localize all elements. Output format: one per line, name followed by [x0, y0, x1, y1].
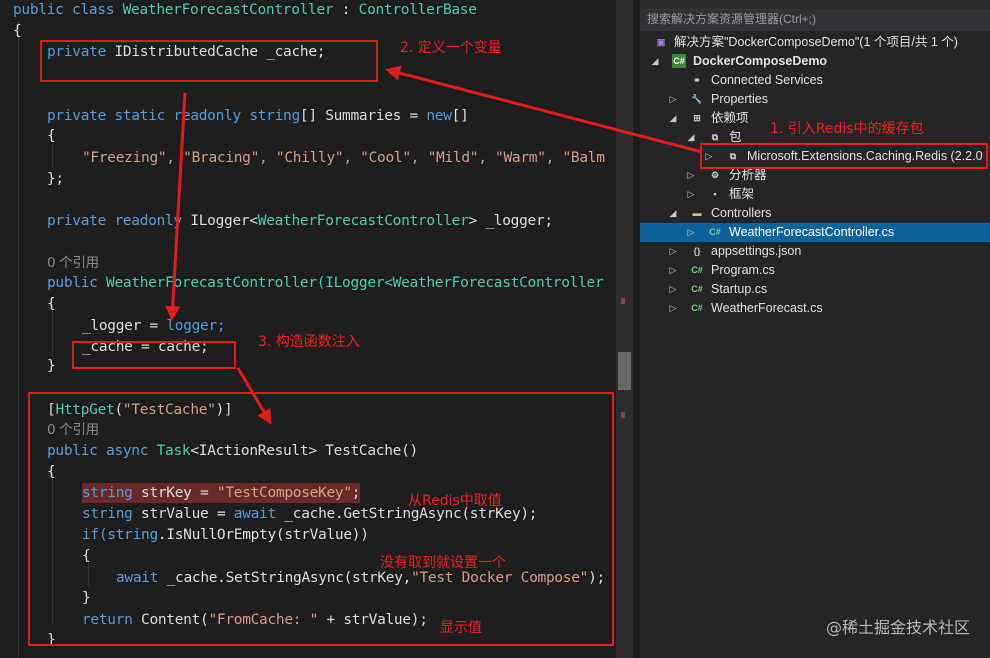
code-line: }; — [47, 171, 64, 187]
collapsed-arrow-icon[interactable]: ▷ — [668, 261, 678, 280]
expanded-arrow-icon[interactable]: ◢ — [668, 109, 678, 128]
scrollbar-thumb[interactable] — [618, 352, 631, 390]
panel-toolbar — [640, 0, 990, 9]
scrollbar-change-marker — [621, 298, 625, 304]
editor-scrollbar[interactable] — [616, 0, 633, 658]
code-line: public class WeatherForecastController :… — [13, 2, 477, 18]
tree-item-program[interactable]: ▷ C# Program.cs — [640, 261, 990, 280]
collapsed-arrow-icon[interactable]: ▷ — [686, 166, 696, 185]
code-line: { — [47, 128, 56, 144]
collapsed-arrow-icon[interactable]: ▷ — [686, 185, 696, 204]
json-file-icon: {} — [693, 246, 701, 256]
connected-services-icon: ⚭ — [693, 75, 701, 85]
watermark: @稀土掘金技术社区 — [825, 618, 970, 637]
annotation-label: 3. 构造函数注入 — [258, 334, 360, 350]
solution-icon: ▣ — [656, 37, 666, 47]
annotation-label: 2. 定义一个变量 — [400, 40, 502, 56]
annotation-box-field — [40, 40, 378, 82]
annotation-label: 显示值 — [440, 620, 482, 636]
tree-item-connected-services[interactable]: ⚭ Connected Services — [640, 71, 990, 90]
code-line: public WeatherForecastController(ILogger… — [47, 275, 604, 291]
tree-item-project[interactable]: ◢ C# DockerComposeDemo — [640, 52, 990, 71]
wrench-icon: 🔧 — [691, 94, 703, 104]
tree-item-appsettings[interactable]: ▷ {} appsettings.json — [640, 242, 990, 261]
package-icon: ⧉ — [711, 132, 719, 142]
analyzer-icon: ⚙ — [710, 170, 720, 180]
expanded-arrow-icon[interactable]: ◢ — [668, 204, 678, 223]
collapsed-arrow-icon[interactable]: ▷ — [686, 223, 696, 242]
tree-item-weatherforecast[interactable]: ▷ C# WeatherForecast.cs — [640, 299, 990, 318]
expanded-arrow-icon[interactable]: ◢ — [686, 128, 696, 147]
annotation-label: 1. 引入Redis中的缓存包 — [770, 121, 924, 137]
tree-item-weatherforecastcontroller[interactable]: ▷ C# WeatherForecastController.cs — [640, 223, 990, 242]
tree-item-startup[interactable]: ▷ C# Startup.cs — [640, 280, 990, 299]
scrollbar-change-marker — [621, 412, 625, 418]
csharp-file-icon: C# — [709, 227, 721, 237]
code-line: private readonly ILogger<WeatherForecast… — [47, 213, 553, 229]
csharp-project-icon: C# — [672, 54, 686, 68]
collapsed-arrow-icon[interactable]: ▷ — [668, 280, 678, 299]
reference-count-label[interactable]: 0 个引用 — [47, 253, 99, 273]
code-line: { — [47, 296, 56, 312]
annotation-label: 从Redis中取值 — [408, 493, 502, 509]
tree-item-solution[interactable]: ▣ 解决方案"DockerComposeDemo"(1 个项目/共 1 个) — [640, 33, 990, 52]
collapsed-arrow-icon[interactable]: ▷ — [668, 242, 678, 261]
expanded-arrow-icon[interactable]: ◢ — [650, 52, 660, 71]
annotation-box-method — [28, 392, 614, 646]
csharp-file-icon: C# — [691, 265, 703, 275]
code-line: "Freezing", "Bracing", "Chilly", "Cool",… — [82, 150, 605, 166]
solution-search-input[interactable]: 搜索解决方案资源管理器(Ctrl+;) — [640, 9, 990, 31]
csharp-file-icon: C# — [691, 303, 703, 313]
framework-icon: ▪ — [713, 189, 717, 199]
csharp-file-icon: C# — [691, 284, 703, 294]
solution-explorer: 搜索解决方案资源管理器(Ctrl+;) ▣ 解决方案"DockerCompose… — [640, 0, 990, 658]
collapsed-arrow-icon[interactable]: ▷ — [668, 90, 678, 109]
tree-item-frameworks[interactable]: ▷ ▪ 框架 — [640, 185, 990, 204]
folder-icon: ▬ — [692, 208, 702, 218]
code-line: private static readonly string[] Summari… — [47, 108, 469, 124]
tree-item-properties[interactable]: ▷ 🔧 Properties — [640, 90, 990, 109]
code-line: _logger = logger; — [82, 318, 226, 334]
tree-item-controllers[interactable]: ◢ ▬ Controllers — [640, 204, 990, 223]
collapsed-arrow-icon[interactable]: ▷ — [668, 299, 678, 318]
annotation-box-constructor — [72, 341, 236, 369]
dependencies-icon: ⊞ — [693, 113, 701, 123]
code-line: { — [13, 23, 22, 39]
annotation-box-package — [700, 143, 988, 169]
annotation-label: 没有取到就设置一个 — [380, 555, 506, 571]
code-line: } — [47, 358, 56, 374]
